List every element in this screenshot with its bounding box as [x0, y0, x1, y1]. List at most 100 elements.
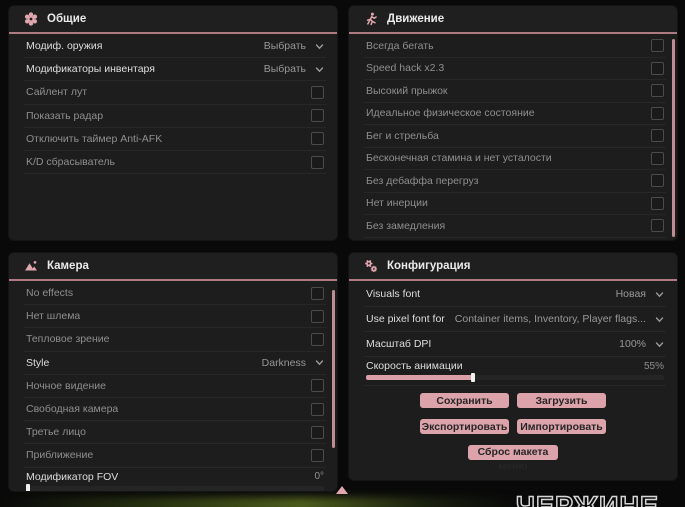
row-label: Ночное видение [26, 379, 106, 392]
settings-row: Идеальное физическое состояние [364, 103, 666, 125]
reset-menu-layout-button[interactable]: Сброс макета меню [468, 445, 558, 472]
row-label: Отключить таймер Anti-AFK [26, 132, 163, 145]
checkbox[interactable] [651, 219, 664, 233]
row-label: Скорость анимации [366, 360, 463, 372]
checkbox[interactable] [311, 132, 324, 146]
panel-config-header: Конфигурация [349, 253, 677, 281]
settings-row: Показать радар [24, 105, 326, 128]
watermark-text: ЧЕРЖИНЕ [515, 490, 659, 507]
checkbox[interactable] [651, 196, 664, 210]
dropdown[interactable]: Новая [616, 288, 664, 300]
settings-row: Модификаторы инвентаря Выбрать [24, 58, 326, 82]
chevron-down-icon [315, 360, 324, 366]
row-label: Без дебаффа перегруз [366, 174, 479, 187]
row-label: Высокий прыжок [366, 84, 448, 97]
row-label: Нет шлема [26, 310, 81, 323]
dropdown[interactable]: Выбрать [264, 63, 324, 75]
settings-row: Visuals font Новая [364, 282, 666, 307]
settings-row: Тепловое зрение [24, 328, 326, 352]
dropdown[interactable]: Darkness [262, 357, 324, 369]
row-label: Третье лицо [26, 426, 86, 439]
checkbox[interactable] [311, 286, 324, 300]
checkbox[interactable] [651, 106, 664, 120]
checkbox[interactable] [311, 402, 324, 416]
row-label: Всегда бегать [366, 39, 434, 52]
settings-row: Ночное видение [24, 375, 326, 398]
checkbox[interactable] [311, 85, 324, 99]
chevron-down-icon [655, 316, 664, 323]
slider-value: 0° [314, 471, 324, 482]
checkbox[interactable] [651, 174, 664, 188]
row-label: No effects [26, 287, 74, 300]
config-buttons: Сохранить Загрузить Экспортировать Импортир… [349, 386, 677, 472]
row-label: Модификаторы инвентаря [26, 63, 155, 76]
slider-fill [366, 375, 474, 380]
dropdown-value: Выбрать [263, 40, 306, 53]
slider-handle[interactable] [26, 483, 30, 491]
panel-title: Камера [47, 260, 89, 272]
dropdown[interactable]: Container items, Inventory, Player flags… [455, 313, 664, 325]
save-button[interactable]: Сохранить [420, 393, 509, 408]
button-row: Сброс макета меню [349, 445, 677, 472]
settings-row: Скорость анимации 55% [364, 357, 666, 386]
settings-row: Без дебаффа перегруз [364, 170, 666, 193]
dropdown-value: Container items, Inventory, Player flags… [454, 313, 646, 325]
load-button[interactable]: Загрузить [517, 393, 606, 408]
row-label: Модиф. оружия [26, 40, 103, 53]
dropdown[interactable]: Выбрать [264, 40, 324, 52]
checkbox[interactable] [311, 379, 324, 393]
checkbox[interactable] [311, 309, 324, 323]
row-label: Бесконечная стамина и нет усталости [366, 152, 552, 165]
row-label: Нет инерции [366, 197, 428, 210]
panel-general-rows: Модиф. оружия Выбрать Модификаторы инвента… [9, 34, 337, 175]
row-label: Бег и стрельба [366, 129, 439, 142]
settings-row: Нет инерции [364, 193, 666, 215]
panel-config: Конфигурация Visuals font Новая Use pixel … [348, 252, 678, 481]
row-label: Модификатор FOV [26, 470, 119, 483]
settings-row: Сайлент лут [24, 81, 326, 105]
panel-movement-header: Движение [349, 6, 677, 34]
row-label: Сайлент лут [26, 86, 88, 99]
panel-camera: Камера No effects Нет шлема Тепловое зрени… [8, 252, 338, 492]
panel-config-rows: Visuals font Новая Use pixel font for Conta… [349, 281, 677, 386]
slider-track[interactable] [366, 373, 664, 382]
settings-row: K/D сбрасыватель [24, 151, 326, 175]
settings-row: Всегда бегать [364, 35, 666, 58]
checkbox[interactable] [651, 84, 664, 98]
checkbox[interactable] [311, 332, 324, 346]
settings-row: Масштаб DPI 100% [364, 332, 666, 357]
button-row: Сохранить Загрузить [349, 393, 677, 408]
checkbox[interactable] [651, 39, 664, 53]
dropdown[interactable]: 100% [619, 338, 664, 350]
checkbox[interactable] [311, 109, 324, 123]
settings-row: Бесконечная стамина и нет усталости [364, 148, 666, 170]
checkbox[interactable] [311, 425, 324, 439]
movement-scrollbar[interactable] [672, 39, 675, 237]
export-button[interactable]: Экспортировать [420, 419, 509, 434]
chevron-down-icon [315, 67, 324, 73]
checkbox[interactable] [651, 129, 664, 143]
settings-row: Приближение [24, 444, 326, 468]
camera-scrollbar[interactable] [332, 290, 335, 448]
checkbox[interactable] [311, 155, 324, 169]
runner-icon [364, 12, 378, 26]
slider-track[interactable] [26, 483, 324, 491]
settings-row: Style Darkness [24, 352, 326, 375]
checkbox[interactable] [651, 151, 664, 165]
row-label: Тепловое зрение [26, 333, 110, 346]
settings-row: Use pixel font for Container items, Inven… [364, 307, 666, 332]
settings-row: No effects [24, 282, 326, 306]
row-label: K/D сбрасыватель [26, 156, 116, 169]
slider-handle[interactable] [471, 373, 476, 382]
dropdown-value: Выбрать [263, 63, 306, 76]
settings-row: Модиф. оружия Выбрать [24, 35, 326, 59]
game-background-blur [0, 497, 520, 507]
checkbox[interactable] [311, 448, 324, 462]
row-label: Без замедления [366, 219, 446, 232]
panel-movement: Движение Всегда бегать Speed hack x2.3 Выс… [348, 5, 678, 241]
button-row: Экспортировать Импортировать [349, 419, 677, 434]
import-button[interactable]: Импортировать [517, 419, 606, 434]
row-label: Свободная камера [26, 403, 119, 416]
flower-icon [24, 12, 38, 26]
checkbox[interactable] [651, 61, 664, 75]
